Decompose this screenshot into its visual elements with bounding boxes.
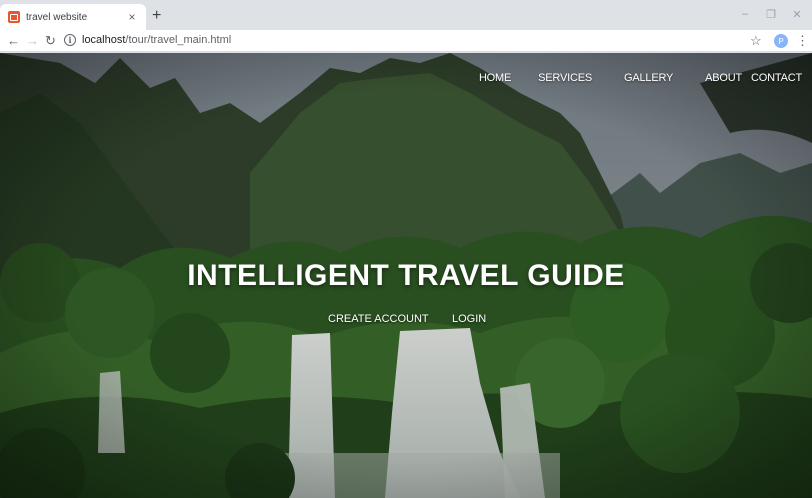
menu-dots-icon[interactable]: ⋮	[796, 33, 809, 49]
favicon-icon	[8, 11, 20, 23]
close-icon[interactable]: ×	[126, 10, 138, 24]
forward-arrow-icon[interactable]: →	[26, 33, 39, 48]
profile-icon[interactable]: P	[774, 34, 788, 48]
browser-tab[interactable]: travel website ×	[0, 4, 146, 30]
tab-title: travel website	[26, 11, 88, 23]
create-account-link[interactable]: CREATE ACCOUNT	[328, 313, 429, 325]
nav-services[interactable]: SERVICES	[538, 72, 592, 84]
browser-tab-strip: travel website × + – ❐ ✕	[0, 0, 812, 30]
star-icon[interactable]: ☆	[750, 33, 762, 49]
info-icon[interactable]: i	[64, 34, 76, 46]
hero-title: INTELLIGENT TRAVEL GUIDE	[187, 259, 625, 292]
plus-icon[interactable]: +	[152, 8, 161, 24]
url-path: /tour/travel_main.html	[125, 34, 232, 46]
browser-toolbar: ← → ↻ i localhost/tour/travel_main.html …	[0, 30, 812, 52]
site-navigation: HOME SERVICES GALLERY ABOUT CONTACT	[479, 72, 802, 84]
minimize-icon[interactable]: –	[738, 8, 752, 20]
restore-icon[interactable]: ❐	[764, 8, 778, 21]
page-viewport: HOME SERVICES GALLERY ABOUT CONTACT INTE…	[0, 53, 812, 498]
address-bar[interactable]: localhost/tour/travel_main.html	[82, 34, 231, 46]
reload-icon[interactable]: ↻	[45, 33, 56, 48]
back-arrow-icon[interactable]: ←	[7, 33, 20, 48]
window-close-icon[interactable]: ✕	[790, 8, 804, 21]
nav-contact[interactable]: CONTACT	[751, 72, 802, 84]
url-host: localhost	[82, 34, 126, 46]
nav-gallery[interactable]: GALLERY	[624, 72, 673, 84]
nav-about[interactable]: ABOUT	[705, 72, 742, 84]
login-link[interactable]: LOGIN	[452, 313, 486, 325]
nav-home[interactable]: HOME	[479, 72, 511, 84]
